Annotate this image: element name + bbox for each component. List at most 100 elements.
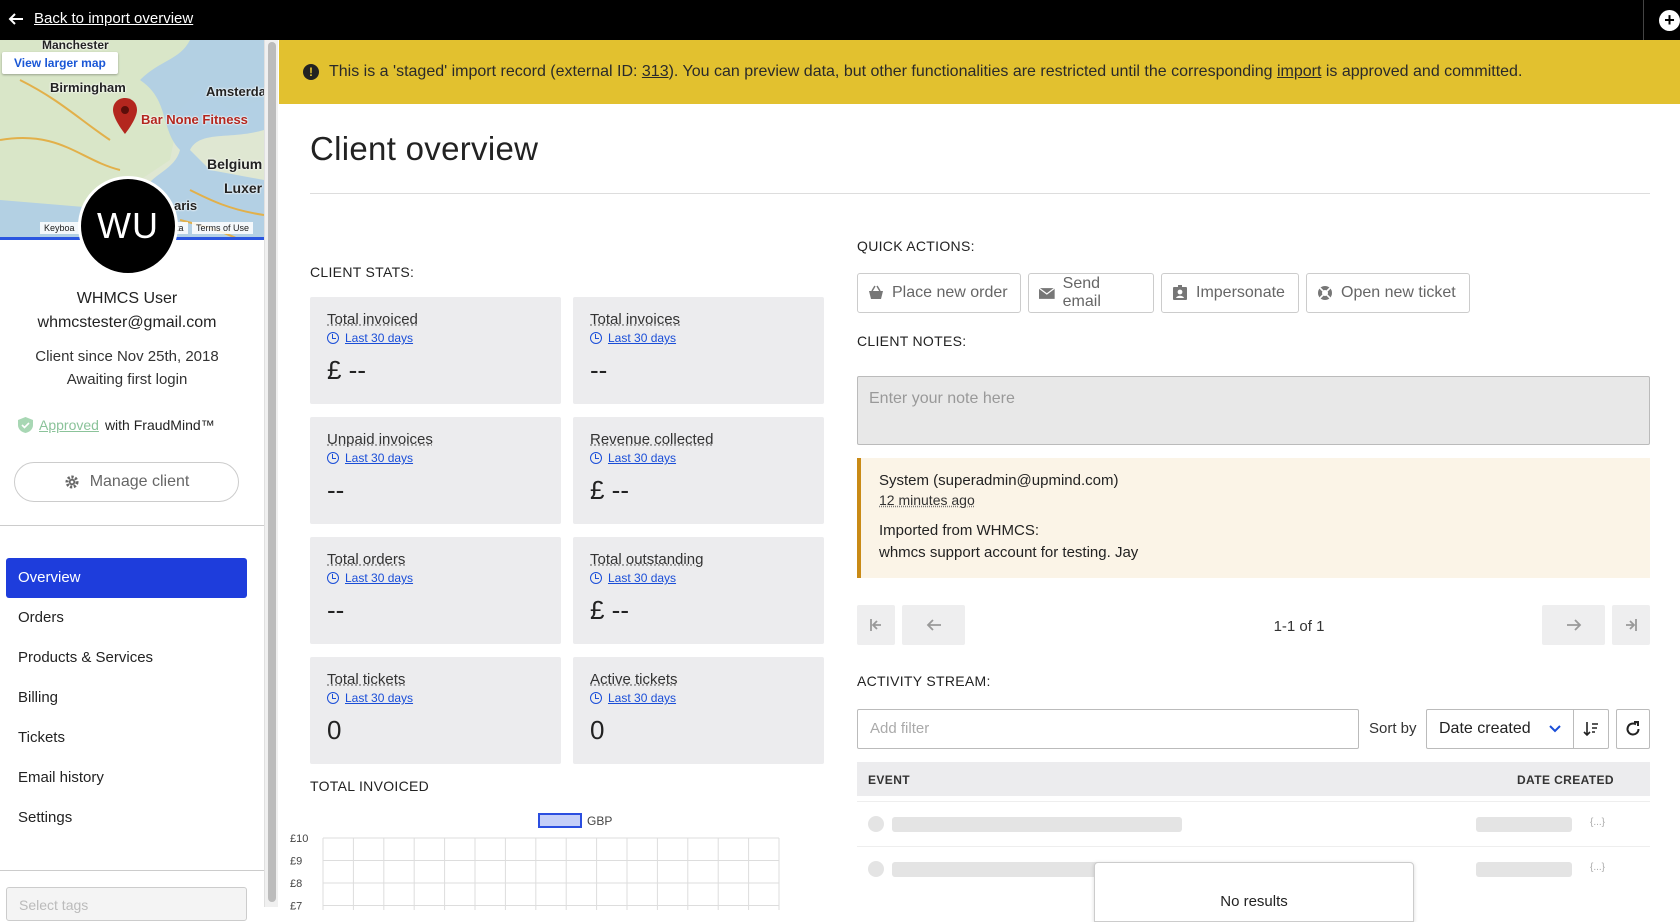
skeleton-bar [892,817,1182,832]
skeleton-date [1476,862,1572,877]
refresh-button[interactable] [1616,709,1650,749]
sidebar-item-email-history[interactable]: Email history [6,758,247,798]
sort-field-value: Date created [1439,720,1531,737]
total-invoiced-chart: GBP £10 £9 £8 £7 [290,813,780,910]
stat-card-revenue-collected: Revenue collected Last 30 days £ -- [573,417,824,524]
note-author: System (superadmin@upmind.com) [879,472,1119,489]
arrow-left-icon [8,12,23,25]
stat-value: 0 [590,715,605,745]
gear-icon [65,475,79,489]
sidebar-item-products-services[interactable]: Products & Services [6,638,247,678]
legend-swatch-gbp[interactable] [538,813,582,828]
stat-title: Unpaid invoices [327,431,433,448]
sidebar-divider-bottom [0,870,264,871]
sidebar-scroll-thumb[interactable] [268,42,276,902]
chart-y-tick-label: £7 [290,901,302,911]
manage-client-label: Manage client [89,473,190,490]
sidebar-scrollbar[interactable] [264,40,278,907]
sidebar-item-settings[interactable]: Settings [6,798,247,838]
stat-title: Revenue collected [590,431,714,448]
client-note-input[interactable]: Enter your note here [857,376,1650,445]
previous-page-button[interactable] [902,605,965,645]
stat-title: Total invoiced [327,311,418,328]
fraud-status: Approved with FraudMind™ [18,417,215,433]
stat-period-link[interactable]: Last 30 days [590,691,824,705]
map-label-luxembourg: Luxer [224,180,263,196]
external-id-link[interactable]: 313 [642,63,669,80]
stat-value: £ -- [590,595,629,625]
title-divider [310,193,1650,194]
chart-y-tick-label: £10 [290,833,308,845]
stat-card-total-outstanding: Total outstanding Last 30 days £ -- [573,537,824,644]
sort-direction-button[interactable] [1573,709,1609,749]
impersonate-button[interactable]: Impersonate [1161,273,1299,313]
column-header-event[interactable]: EVENT [868,773,910,787]
fraud-approved-link[interactable]: Approved [39,417,99,433]
first-page-button[interactable] [857,605,895,645]
back-to-import-link[interactable]: Back to import overview [8,10,193,27]
sidebar-item-orders[interactable]: Orders [6,598,247,638]
stat-card-unpaid-invoices: Unpaid invoices Last 30 days -- [310,417,561,524]
stat-period-link[interactable]: Last 30 days [590,571,824,585]
place-new-order-label: Place new order [892,284,1008,301]
stat-title: Total invoices [590,311,681,328]
clock-icon [327,452,339,464]
last-page-icon [1626,619,1637,631]
refresh-icon [1626,721,1640,736]
sort-field-select[interactable]: Date created [1426,709,1574,749]
client-since: Client since Nov 25th, 2018 [35,348,219,365]
chevron-down-icon [1549,725,1561,733]
stat-period-link[interactable]: Last 30 days [327,691,561,705]
stat-period-label: Last 30 days [345,691,414,705]
last-page-button[interactable] [1612,605,1650,645]
map-terms-link[interactable]: Terms of Use [192,222,254,234]
top-separator [1643,0,1644,40]
stat-period-label: Last 30 days [608,331,677,345]
stat-period-link[interactable]: Last 30 days [327,571,561,585]
map-label-birmingham: Birmingham [50,80,126,95]
send-email-label: Send email [1062,275,1101,310]
skeleton-dot [868,816,884,832]
import-link[interactable]: import [1277,63,1321,80]
arrow-left-icon [926,619,941,631]
basket-icon [869,285,883,299]
stat-period-link[interactable]: Last 30 days [590,331,824,345]
place-new-order-button[interactable]: Place new order [857,273,1021,313]
view-larger-map-link[interactable]: View larger map [2,52,118,74]
sidebar-item-tickets[interactable]: Tickets [6,718,247,758]
exclamation-circle-icon: ! [303,64,319,80]
sort-by-label: Sort by [1369,720,1417,737]
pagination-label: 1-1 of 1 [1273,618,1325,635]
stat-card-active-tickets: Active tickets Last 30 days 0 [573,657,824,764]
sidebar-item-billing[interactable]: Billing [6,678,247,718]
stat-period-link[interactable]: Last 30 days [590,451,824,465]
stat-period-label: Last 30 days [608,691,677,705]
arrow-right-icon [1566,619,1581,631]
add-filter-input[interactable]: Add filter [857,709,1359,749]
stat-title: Total outstanding [590,551,704,568]
open-new-ticket-button[interactable]: Open new ticket [1306,273,1470,313]
select-tags-input[interactable]: Select tags [6,887,247,921]
map-keyboard-shortcuts[interactable]: Keyboa [40,222,79,234]
client-sidebar: Manchester Birmingham Amsterda Bar None … [0,40,264,921]
send-email-button[interactable]: Send email [1028,273,1154,313]
sidebar-item-overview[interactable]: Overview [6,558,247,598]
note-card: System (superadmin@upmind.com) 12 minute… [857,458,1650,578]
client-email: whmcstester@gmail.com [37,314,217,331]
note-body: Imported from WHMCS: whmcs support accou… [879,520,1632,564]
shield-check-icon [18,417,33,433]
manage-client-button[interactable]: Manage client [14,462,239,502]
stat-period-link[interactable]: Last 30 days [327,331,561,345]
stat-value: £ -- [590,475,629,505]
chart-grid [322,837,780,910]
next-page-button[interactable] [1542,605,1605,645]
chart-y-ticks: £10 £9 £8 £7 [290,833,308,910]
stat-period-label: Last 30 days [345,571,414,585]
note-line-1: Imported from WHMCS: [879,522,1040,539]
column-header-date-created[interactable]: DATE CREATED [1517,773,1614,787]
stat-period-link[interactable]: Last 30 days [327,451,561,465]
plus-circle-icon[interactable]: + [1659,10,1680,31]
stat-period-label: Last 30 days [608,571,677,585]
activity-stream-label: ACTIVITY STREAM: [857,673,991,689]
json-tag: {...} [1590,817,1606,828]
